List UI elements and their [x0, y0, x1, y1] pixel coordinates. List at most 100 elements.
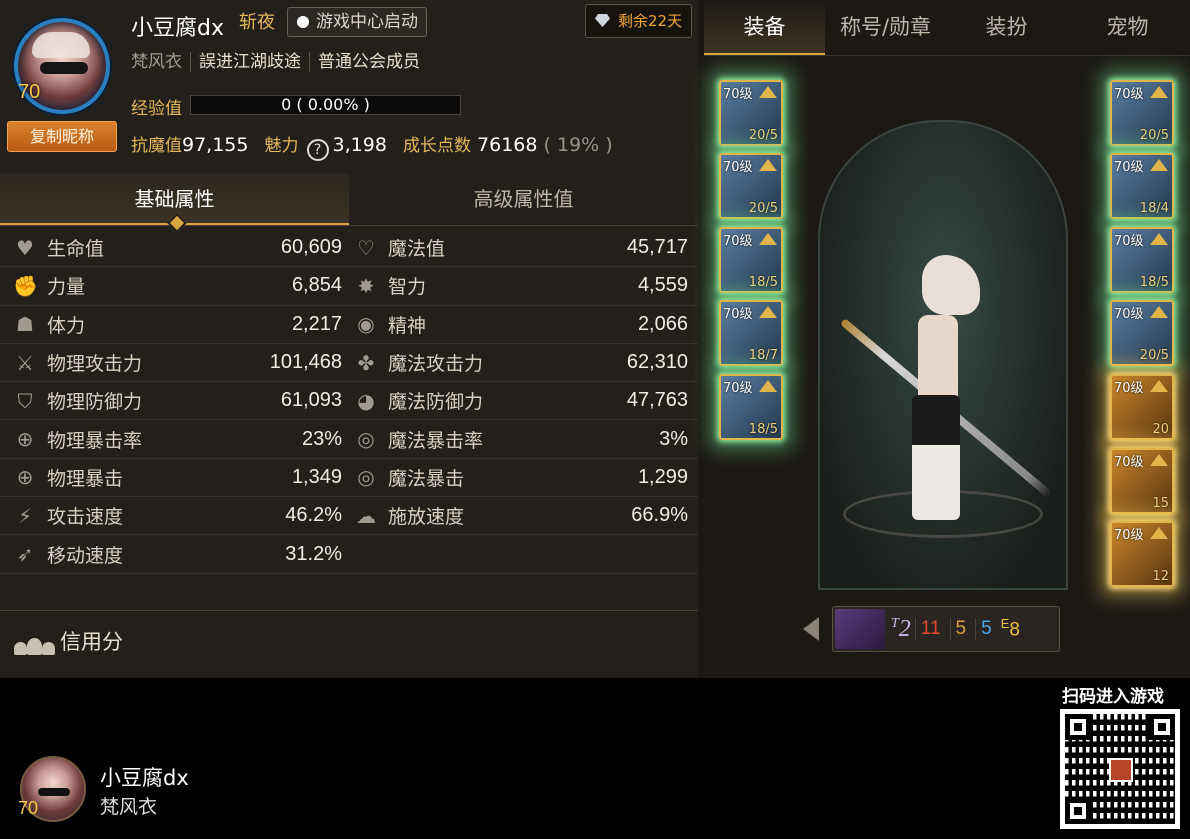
growth-percent: ( 19% ) [543, 134, 613, 156]
equipment-level: 70级 [1114, 160, 1144, 175]
stat-label: 移动速度 [47, 544, 124, 567]
equipment-grade: 20 [1152, 422, 1169, 437]
stat-cell: ♡ 魔法值 45,717 [346, 229, 698, 266]
pet-enhance: E8 [1000, 616, 1020, 641]
right-tabs: 装备 称号/勋章 装扮 宠物 [704, 0, 1190, 56]
heart-icon: ♥ [16, 235, 34, 260]
upgrade-arrow-icon [759, 233, 777, 245]
charm-label: 魅力 [264, 136, 299, 156]
equipment-slot[interactable]: 70级 20 [1110, 374, 1174, 440]
equipment-slot[interactable]: 70级 18/7 [719, 300, 783, 366]
equipment-slot[interactable]: 70级 18/5 [719, 227, 783, 293]
equipment-level: 70级 [723, 87, 753, 102]
boot-icon: ➶ [16, 542, 34, 567]
stat-row: ⚡ 攻击速度 46.2% ☁ 施放速度 66.9% [0, 497, 698, 536]
level-badge: 70 [18, 81, 41, 103]
fist-icon: ✊ [13, 273, 38, 298]
equipment-grade: 18/7 [748, 348, 778, 363]
remaining-days-badge[interactable]: 剩余22天 [585, 4, 692, 38]
burst-icon: ✸ [357, 273, 375, 298]
stat-label: 物理暴击 [47, 467, 124, 490]
equipment-slot[interactable]: 70级 18/5 [719, 374, 783, 440]
qr-code[interactable] [1060, 709, 1180, 829]
tab-advanced-attributes[interactable]: 高级属性值 [349, 174, 698, 225]
pet-info-bar[interactable]: T2 11 5 5 E8 [832, 606, 1060, 652]
equipment-level: 70级 [723, 234, 753, 249]
equipment-level: 70级 [1114, 528, 1144, 543]
help-icon[interactable]: ? [306, 139, 329, 161]
people-icon [14, 627, 55, 655]
game-center-icon [297, 16, 309, 28]
attribute-tabs: 基础属性 高级属性值 [0, 174, 698, 226]
equipment-slot[interactable]: 70级 20/5 [1110, 300, 1174, 366]
tab-titles-medals[interactable]: 称号/勋章 [825, 0, 946, 55]
equipment-slot[interactable]: 70级 20/5 [719, 153, 783, 219]
stat-cell: ⚔ 物理攻击力 101,468 [0, 344, 346, 381]
equipment-slot[interactable]: 70级 20/5 [719, 80, 783, 146]
stat-value: 6,854 [291, 274, 342, 297]
stat-value: 3% [659, 427, 688, 450]
growth-label: 成长点数 [402, 136, 471, 156]
stat-value: 23% [301, 427, 342, 450]
stat-value: 1,299 [637, 465, 688, 488]
stat-value: 47,763 [626, 389, 688, 412]
stat-value: 31.2% [285, 542, 342, 565]
equipment-level: 70级 [723, 307, 753, 322]
character-model[interactable] [880, 255, 1000, 525]
stat-cell: ♥ 生命值 60,609 [0, 229, 346, 266]
tab-equipment[interactable]: 装备 [704, 0, 825, 55]
pet-tier: T2 [891, 615, 911, 642]
stat-label: 体力 [47, 314, 86, 337]
equipment-slot[interactable]: 70级 15 [1110, 448, 1174, 514]
pet-portrait [835, 609, 885, 649]
avatar[interactable]: 70 [14, 18, 110, 114]
stat-label: 物理攻击力 [47, 353, 143, 376]
stat-cell: ⊕ 物理暴击率 23% [0, 420, 346, 457]
stat-row: ➶ 移动速度 31.2% [0, 535, 698, 574]
stat-label: 攻击速度 [47, 506, 124, 529]
stat-cell: ⊕ 物理暴击 1,349 [0, 459, 346, 496]
footer-class-name: 梵风衣 [100, 796, 158, 818]
equipment-slot[interactable]: 70级 12 [1110, 521, 1174, 587]
target-icon: ◎ [357, 427, 375, 452]
tab-costume[interactable]: 装扮 [946, 0, 1067, 55]
stat-value: 45,717 [626, 236, 688, 259]
stat-row: ⛉ 物理防御力 61,093 ◕ 魔法防御力 47,763 [0, 382, 698, 421]
pet-stat-1: 11 [914, 618, 946, 640]
character-legs [912, 395, 960, 520]
equipment-grade: 20/5 [748, 128, 778, 143]
equipment-slot[interactable]: 70级 18/5 [1110, 227, 1174, 293]
target-icon: ◎ [357, 465, 375, 490]
player-title: 斩夜 [239, 12, 275, 33]
upgrade-arrow-icon [1150, 306, 1168, 318]
footer-player-name: 小豆腐dx [100, 766, 189, 790]
tab-pet[interactable]: 宠物 [1067, 0, 1188, 55]
pet-prev-arrow-icon[interactable] [803, 617, 819, 641]
copy-nickname-button[interactable]: 复制昵称 [7, 121, 117, 152]
upgrade-arrow-icon [1150, 454, 1168, 466]
equipment-grade: 20/5 [1139, 128, 1169, 143]
stat-cell: ☗ 体力 2,217 [0, 306, 346, 343]
stat-table: ♥ 生命值 60,609 ♡ 魔法值 45,717 ✊ 力量 6,854 ✸ 智力 4,559 ☗ 体力 2… [0, 229, 698, 574]
credit-score-row[interactable]: 信用分 [14, 626, 123, 656]
profile-info-row: 梵风衣 誤进江湖歧途 普通公会成员 [131, 52, 428, 72]
equipment-slot[interactable]: 70级 20/5 [1110, 80, 1174, 146]
stat-cell: ⚡ 攻击速度 46.2% [0, 497, 346, 534]
exp-label: 经验值 [131, 99, 182, 119]
remaining-days-text: 剩余22天 [618, 12, 683, 30]
upgrade-arrow-icon [1150, 86, 1168, 98]
equipment-level: 70级 [1114, 381, 1144, 396]
pet-stat-2: 5 [949, 618, 972, 640]
stat-value: 60,609 [280, 236, 342, 259]
pet-stat-3: 5 [975, 618, 997, 640]
game-center-button[interactable]: 游戏中心启动 [287, 7, 427, 37]
stat-value: 62,310 [626, 351, 688, 374]
stat-label: 生命值 [47, 238, 105, 261]
stat-cell: ✸ 智力 4,559 [346, 267, 698, 304]
equipment-slot[interactable]: 70级 18/4 [1110, 153, 1174, 219]
stat-value: 2,217 [291, 312, 342, 335]
stat-label: 智力 [388, 276, 427, 299]
stat-label: 魔法值 [388, 238, 446, 261]
guild-name[interactable]: 誤进江湖歧途 [190, 52, 309, 72]
tab-basic-attributes[interactable]: 基础属性 [0, 174, 349, 225]
